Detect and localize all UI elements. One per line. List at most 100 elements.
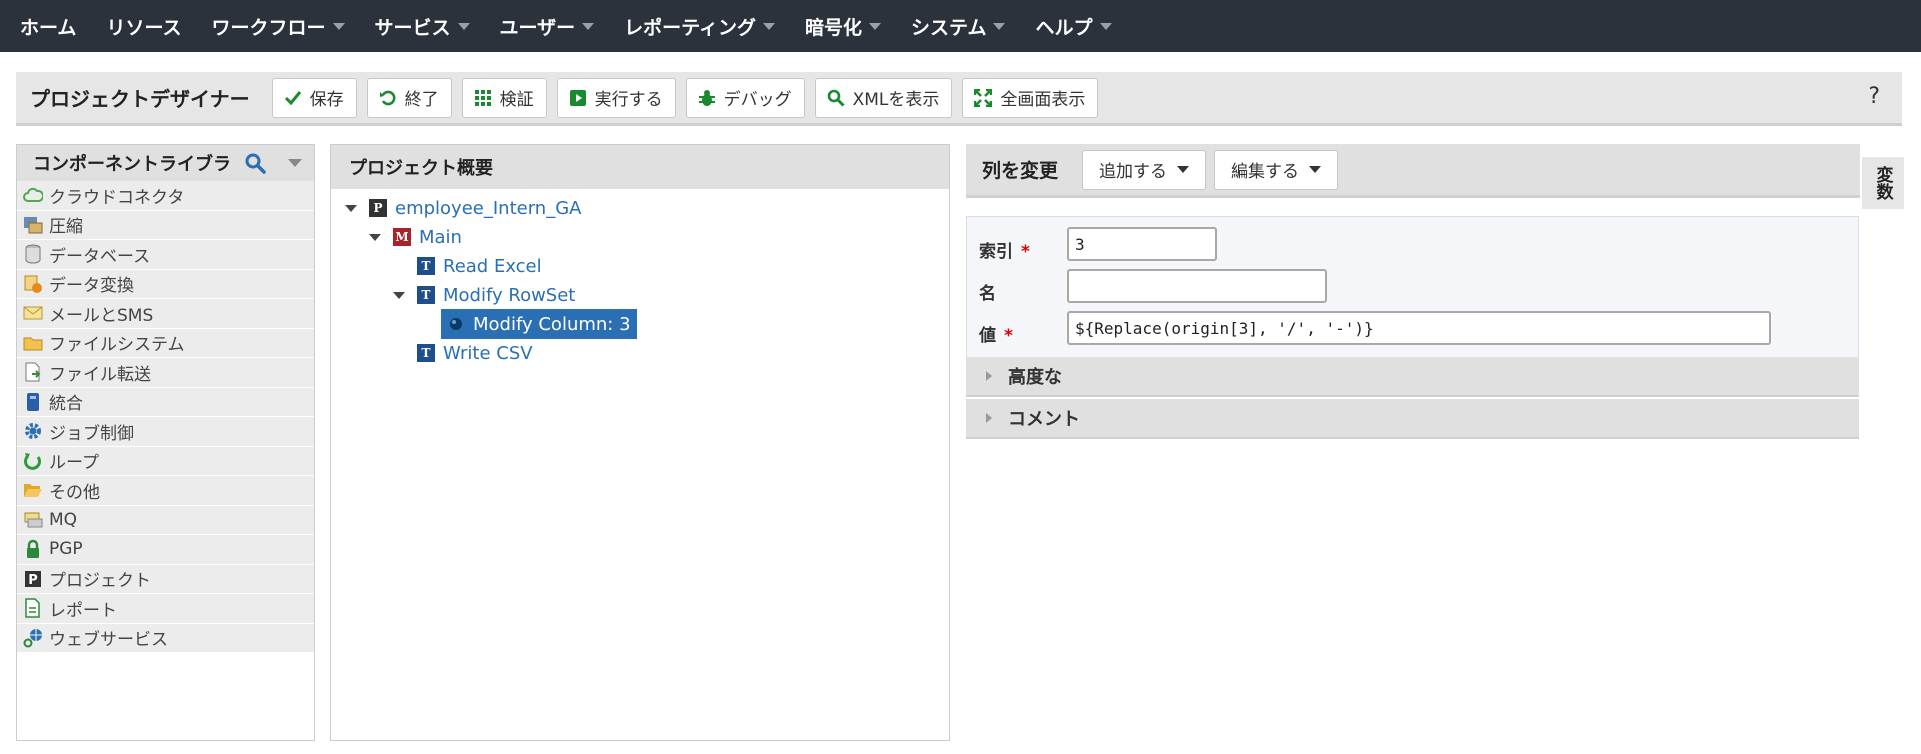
column-node-icon	[447, 315, 465, 333]
name-input[interactable]	[1067, 269, 1327, 303]
tree-node-3[interactable]: T Modify RowSet	[393, 282, 575, 308]
file-transfer-icon	[23, 362, 43, 382]
library-item-15[interactable]: ウェブサービス	[17, 623, 314, 653]
report-icon	[23, 598, 43, 618]
library-item-7[interactable]: 統合	[17, 387, 314, 417]
comment-section[interactable]: コメント	[966, 399, 1859, 439]
index-input[interactable]	[1067, 227, 1217, 261]
toolbar-button-0[interactable]: 保存	[271, 77, 357, 118]
library-item-11[interactable]: MQ	[17, 505, 314, 535]
variables-side-tab[interactable]: 変数	[1862, 157, 1904, 209]
nav-item-7[interactable]: システム	[911, 13, 1006, 40]
caret-down-icon	[582, 22, 595, 30]
editor-title: 列を変更	[982, 160, 1059, 182]
advanced-section[interactable]: 高度な	[966, 357, 1859, 397]
tree-node-5[interactable]: T Write CSV	[417, 340, 533, 366]
caret-down-icon	[993, 22, 1006, 30]
nav-item-3[interactable]: サービス	[375, 13, 470, 40]
cloud-icon	[23, 185, 43, 205]
edit-dropdown-button[interactable]: 編集する	[1214, 149, 1339, 190]
designer-toolbar: プロジェクトデザイナー 保存 終了 検証 実行する デバッグ XMLを表示 全画面表示 ?	[16, 72, 1902, 126]
tree-node-label: Write CSV	[443, 342, 533, 364]
library-item-3[interactable]: データ変換	[17, 269, 314, 299]
caret-down-icon	[869, 22, 882, 30]
library-item-label: ファイル転送	[49, 364, 151, 385]
nav-item-2[interactable]: ワークフロー	[212, 13, 345, 40]
nav-item-5[interactable]: レポーティング	[624, 13, 776, 40]
open-folder-icon	[23, 480, 43, 500]
library-item-label: データ変換	[49, 276, 134, 297]
project-overview-panel: プロジェクト概要 Pemployee_Intern_GA M Main T Read E…	[330, 144, 950, 741]
library-item-1[interactable]: 圧縮	[17, 210, 314, 240]
tree-node-2[interactable]: T Read Excel	[417, 253, 542, 279]
expand-arrow-icon	[986, 413, 992, 423]
library-item-4[interactable]: メールとSMS	[17, 299, 314, 329]
value-input[interactable]	[1067, 311, 1771, 345]
library-item-10[interactable]: その他	[17, 476, 314, 506]
nav-item-1[interactable]: リソース	[106, 13, 181, 40]
tree-node-label: employee_Intern_GA	[395, 197, 582, 219]
library-item-0[interactable]: クラウドコネクタ	[17, 181, 314, 211]
tree-node-4[interactable]: Modify Column: 3	[441, 309, 637, 339]
library-item-label: クラウドコネクタ	[49, 187, 185, 208]
toolbar-button-4[interactable]: デバッグ	[685, 77, 805, 118]
library-item-8[interactable]: ジョブ制御	[17, 417, 314, 447]
toolbar-button-2[interactable]: 検証	[461, 77, 547, 118]
nav-item-label: ヘルプ	[1035, 16, 1093, 39]
nav-item-8[interactable]: ヘルプ	[1035, 13, 1112, 40]
tree-node-0[interactable]: Pemployee_Intern_GA	[345, 195, 581, 221]
value-label: 値 *	[979, 326, 1013, 346]
chevron-down-icon[interactable]	[288, 159, 302, 167]
toolbar-button-label: 終了	[404, 90, 439, 110]
nav-item-label: システム	[911, 16, 987, 39]
nav-item-4[interactable]: ユーザー	[500, 13, 595, 40]
nav-item-6[interactable]: 暗号化	[805, 13, 882, 40]
mail-icon	[23, 303, 43, 323]
toolbar-button-label: 実行する	[594, 90, 663, 110]
toolbar-button-1[interactable]: 終了	[366, 77, 452, 118]
expand-icon	[973, 88, 993, 108]
search-icon[interactable]	[244, 152, 266, 179]
library-item-label: MQ	[49, 509, 78, 530]
nav-item-label: サービス	[374, 16, 451, 39]
project-icon: P	[23, 569, 43, 589]
check-icon	[283, 88, 303, 108]
collapse-toggle-icon[interactable]	[345, 204, 357, 212]
toolbar-button-label: デバッグ	[723, 90, 792, 110]
nav-item-label: レポーティング	[624, 16, 757, 39]
library-item-6[interactable]: ファイル転送	[17, 358, 314, 388]
library-item-12[interactable]: PGP	[17, 535, 314, 565]
expand-arrow-icon	[986, 371, 992, 381]
mq-icon	[23, 510, 43, 530]
toolbar-button-label: 全画面表示	[1000, 90, 1086, 110]
integration-icon	[23, 392, 43, 412]
help-button[interactable]: ?	[1868, 84, 1880, 109]
library-item-9[interactable]: ループ	[17, 446, 314, 476]
svg-text:P: P	[28, 573, 38, 588]
toolbar-button-6[interactable]: 全画面表示	[962, 77, 1099, 118]
component-library-title: コンポーネントライブラリ	[33, 154, 233, 175]
collapse-toggle-icon[interactable]	[369, 233, 381, 241]
gear-icon	[23, 421, 43, 441]
nav-item-0[interactable]: ホーム	[20, 13, 76, 40]
library-item-5[interactable]: ファイルシステム	[17, 328, 314, 358]
library-item-2[interactable]: データベース	[17, 240, 314, 270]
page-title: プロジェクトデザイナー	[30, 87, 250, 111]
caret-down-icon	[1309, 166, 1322, 173]
toolbar-button-3[interactable]: 実行する	[556, 77, 676, 118]
project-overview-title: プロジェクト概要	[349, 158, 493, 179]
collapse-toggle-icon[interactable]	[393, 291, 405, 299]
nav-item-label: ホーム	[20, 16, 77, 39]
library-item-label: メールとSMS	[49, 305, 154, 326]
tree-node-1[interactable]: M Main	[369, 224, 462, 250]
toolbar-button-5[interactable]: XMLを表示	[814, 77, 953, 118]
add-dropdown-button[interactable]: 追加する	[1082, 149, 1207, 190]
toolbar-button-label: 検証	[499, 90, 534, 110]
component-library-panel: コンポーネントライブラリ クラウドコネクタ 圧縮 データベースデータ変換メールとSM…	[16, 144, 315, 741]
library-item-label: PGP	[49, 539, 83, 560]
library-item-13[interactable]: P プロジェクト	[17, 564, 314, 594]
nav-item-label: 暗号化	[805, 16, 863, 39]
caret-down-icon	[457, 22, 470, 30]
library-item-14[interactable]: レポート	[17, 594, 314, 624]
database-icon	[23, 244, 43, 264]
